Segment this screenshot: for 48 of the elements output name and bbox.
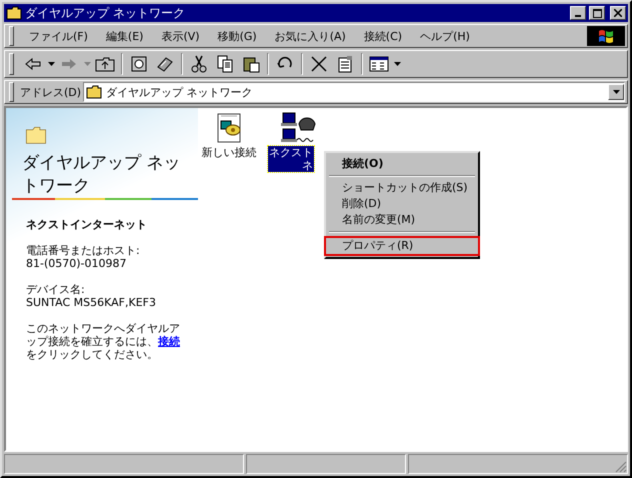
caret-icon: [84, 62, 90, 66]
connect-link[interactable]: 接続: [158, 335, 180, 348]
window-title: ダイヤルアップ ネットワーク: [25, 4, 186, 22]
maximize-icon: [592, 8, 602, 18]
clipboard-icon: [242, 55, 260, 73]
caret-icon: [394, 62, 400, 66]
menu-item[interactable]: お気に入り(A): [266, 28, 355, 44]
menu-item[interactable]: 表示(V): [152, 28, 209, 44]
close-icon: [614, 9, 622, 17]
icon-label[interactable]: 新しい接続: [200, 146, 258, 159]
menu-item[interactable]: ショートカットの作成(S): [328, 180, 476, 196]
address-field[interactable]: ダイヤルアップ ネットワーク: [83, 82, 625, 102]
menu-item[interactable]: 削除(D): [328, 196, 476, 212]
detail-value: 81-(0570)-010987: [26, 257, 128, 270]
forward-arrow-icon: [61, 58, 77, 70]
caret-icon: [48, 62, 54, 66]
folder-icon: [6, 6, 22, 20]
flag-icon: [587, 26, 625, 46]
connection-name: ネクストインターネット: [26, 218, 148, 231]
computers-phone-icon: [281, 112, 317, 144]
menu-item[interactable]: ヘルプ(H): [411, 28, 479, 44]
detail-label: 電話番号またはホスト:: [26, 244, 141, 257]
instruction-text: このネットワークへダイヤルアップ接続を確立するには、接続 をクリックしてください。: [26, 322, 181, 361]
minimize-button[interactable]: [570, 6, 586, 20]
menu-item[interactable]: 編集(E): [96, 28, 152, 44]
up-folder-icon: [95, 56, 115, 72]
scissors-icon: [190, 55, 208, 73]
delete-icon: [310, 55, 328, 73]
folder-icon: [86, 85, 102, 99]
menu-item[interactable]: 接続(C): [354, 28, 412, 44]
menu-item[interactable]: プロパティ(R): [324, 236, 480, 256]
properties-icon: [336, 55, 354, 73]
menu-item[interactable]: 接続(O): [328, 156, 476, 172]
menu-item[interactable]: 名前の変更(M): [328, 212, 476, 228]
close-button[interactable]: [610, 6, 626, 20]
detail-value: SUNTAC MS56KAF,KEF3: [26, 296, 157, 309]
dropdown-button[interactable]: [608, 84, 624, 100]
menu-item[interactable]: ファイル(F): [20, 28, 97, 44]
menu-item[interactable]: 移動(G): [208, 28, 266, 44]
detail-label: デバイス名:: [26, 283, 86, 296]
caret-icon: [612, 90, 620, 94]
list-view-icon: [369, 56, 389, 72]
address-label: アドレス(D): [20, 84, 82, 100]
copy-icon: [216, 55, 234, 73]
maximize-button[interactable]: [589, 6, 605, 20]
icon-label[interactable]: ネクスト ネ: [268, 146, 314, 172]
sidebar-title: ダイヤルアップ ネットワーク: [21, 152, 182, 198]
back-arrow-icon: [25, 58, 41, 70]
